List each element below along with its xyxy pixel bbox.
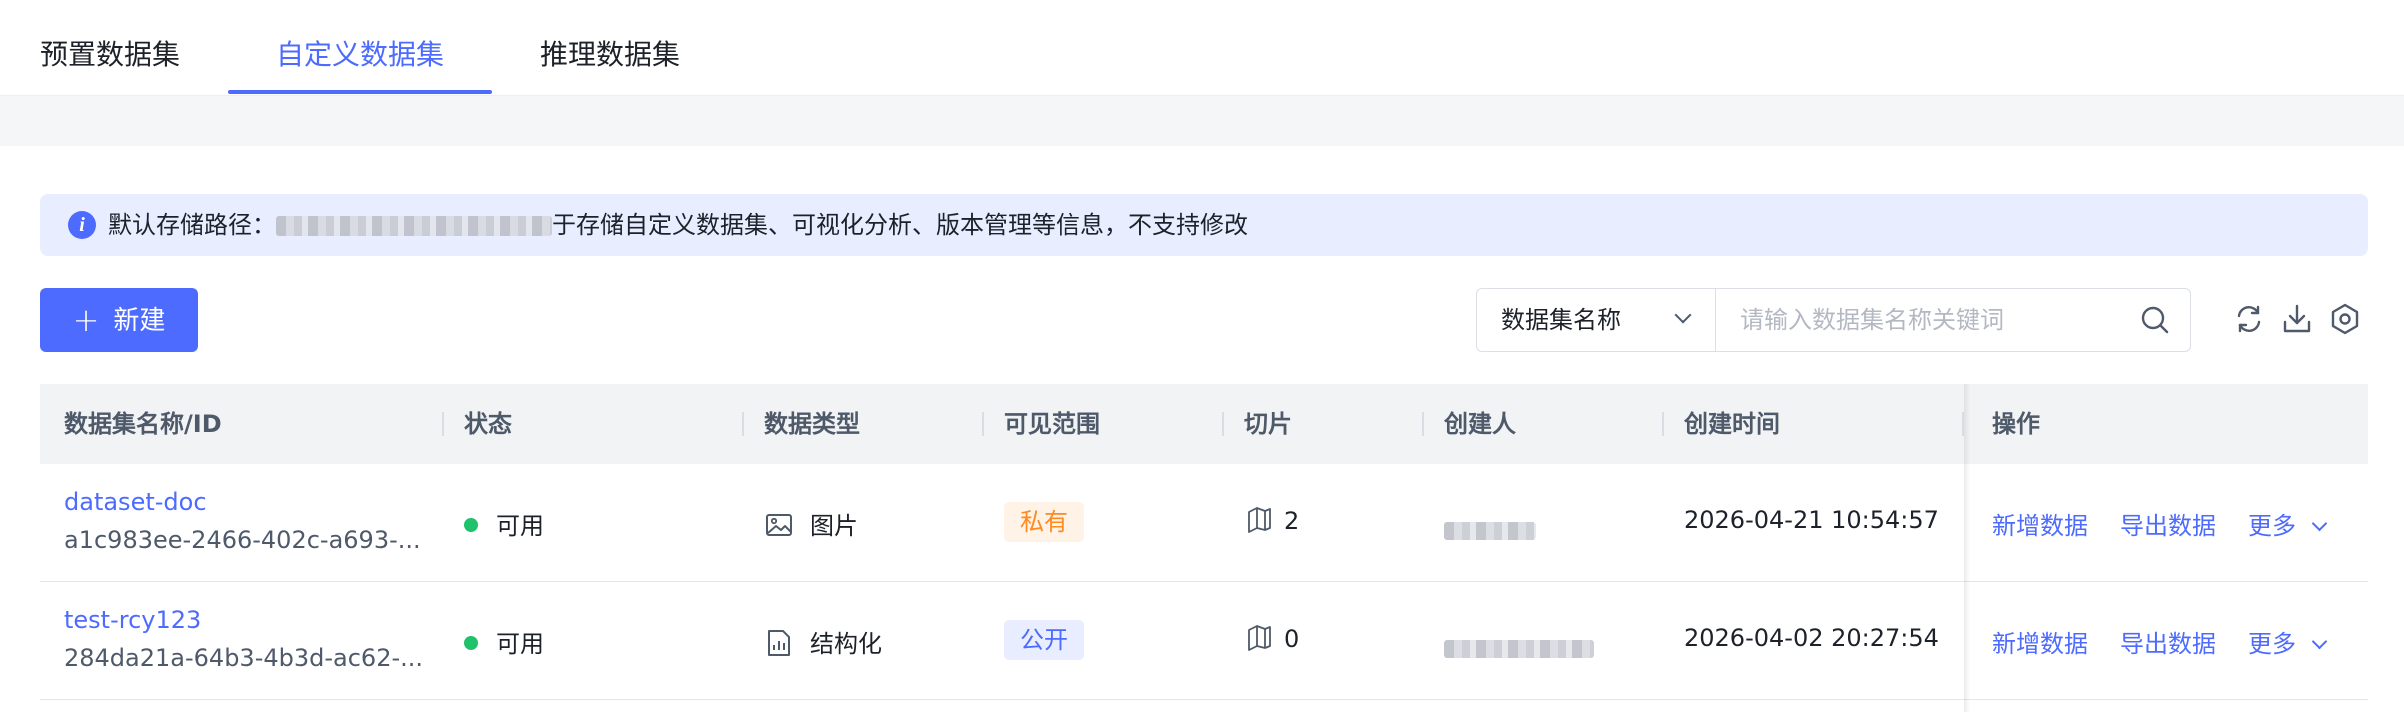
- type-cell: 图片: [764, 506, 858, 541]
- add-data-button[interactable]: 新增数据: [1992, 624, 2088, 659]
- search-field-select[interactable]: 数据集名称: [1476, 288, 1716, 352]
- slices-cell: 2: [1246, 506, 1299, 535]
- column-header-status: 状态: [464, 410, 512, 438]
- status-dot-icon: [464, 518, 478, 532]
- info-icon: i: [68, 211, 96, 239]
- download-icon[interactable]: [2280, 302, 2314, 336]
- image-icon: [766, 514, 792, 536]
- search-icon[interactable]: [2140, 305, 2170, 335]
- dataset-name-link[interactable]: dataset-doc: [64, 488, 207, 516]
- column-divider: [1422, 412, 1424, 436]
- new-dataset-button[interactable]: + 新建: [40, 288, 198, 352]
- chevron-down-icon: [2311, 633, 2328, 650]
- structured-data-icon: [768, 630, 790, 656]
- dataset-name-link[interactable]: test-rcy123: [64, 606, 201, 634]
- redacted-path: [276, 216, 552, 236]
- page-divider-band: [0, 96, 2404, 146]
- more-label: 更多: [2248, 630, 2296, 658]
- notice-text: 默认存储路径： 于存储自定义数据集、可视化分析、版本管理等信息，不支持修改: [108, 194, 1248, 256]
- storage-path-notice: i 默认存储路径： 于存储自定义数据集、可视化分析、版本管理等信息，不支持修改: [40, 194, 2368, 256]
- refresh-icon[interactable]: [2232, 302, 2266, 336]
- slices-cell: 0: [1246, 624, 1299, 653]
- visibility-badge: 公开: [1004, 620, 1084, 660]
- column-divider: [1662, 412, 1664, 436]
- slices-icon: [1248, 507, 1271, 533]
- fixed-column-shadow: [1964, 384, 1970, 712]
- new-button-label: 新建: [113, 306, 166, 336]
- type-text: 结构化: [810, 630, 882, 658]
- table-header: 数据集名称/ID 状态 数据类型 可见范围 切片 创建人 创建时间 操作: [40, 384, 2368, 464]
- chevron-down-icon: [1674, 306, 1692, 324]
- search-box: [1715, 288, 2191, 352]
- column-header-name: 数据集名称/ID: [64, 410, 222, 438]
- type-cell: 结构化: [764, 624, 882, 659]
- tab-bar: 预置数据集 自定义数据集 推理数据集: [0, 0, 2404, 96]
- more-actions-dropdown[interactable]: 更多: [2248, 624, 2328, 659]
- column-header-creator: 创建人: [1444, 410, 1516, 438]
- column-header-created-at: 创建时间: [1684, 410, 1780, 438]
- slices-count: 2: [1284, 507, 1300, 535]
- redacted-creator: [1444, 640, 1594, 658]
- table-row: test-rcy123 284da21a-64b3-4b3d-ac62-... …: [40, 582, 2368, 700]
- status-text: 可用: [496, 630, 544, 658]
- more-actions-dropdown[interactable]: 更多: [2248, 506, 2328, 541]
- slices-icon: [1248, 625, 1271, 651]
- add-data-button[interactable]: 新增数据: [1992, 506, 2088, 541]
- export-data-button[interactable]: 导出数据: [2120, 624, 2216, 659]
- search-input[interactable]: [1740, 301, 2120, 339]
- slices-count: 0: [1284, 625, 1300, 653]
- column-header-actions: 操作: [1992, 410, 2040, 438]
- created-at: 2026-04-21 10:54:57: [1684, 506, 1939, 534]
- created-at: 2026-04-02 20:27:54: [1684, 624, 1939, 652]
- chevron-down-icon: [2311, 515, 2328, 532]
- status-dot-icon: [464, 636, 478, 650]
- tab-custom-datasets[interactable]: 自定义数据集: [276, 0, 444, 96]
- status-text: 可用: [496, 512, 544, 540]
- redacted-creator: [1444, 522, 1536, 540]
- notice-prefix: 默认存储路径：: [108, 211, 276, 239]
- column-header-visibility: 可见范围: [1004, 410, 1100, 438]
- column-divider: [982, 412, 984, 436]
- status-cell: 可用: [464, 624, 544, 659]
- dataset-id: 284da21a-64b3-4b3d-ac62-...: [64, 644, 424, 672]
- settings-gear-icon[interactable]: [2328, 302, 2362, 336]
- more-label: 更多: [2248, 512, 2296, 540]
- tab-inference-datasets[interactable]: 推理数据集: [540, 0, 680, 96]
- dataset-id: a1c983ee-2466-402c-a693-...: [64, 526, 421, 554]
- column-divider: [1222, 412, 1224, 436]
- visibility-badge: 私有: [1004, 502, 1084, 542]
- plus-icon: +: [72, 301, 100, 339]
- column-header-type: 数据类型: [764, 410, 860, 438]
- column-divider: [742, 412, 744, 436]
- column-divider: [442, 412, 444, 436]
- select-value: 数据集名称: [1501, 306, 1621, 334]
- active-tab-indicator: [228, 90, 492, 94]
- type-text: 图片: [810, 512, 858, 540]
- status-cell: 可用: [464, 506, 544, 541]
- tab-preset-datasets[interactable]: 预置数据集: [40, 0, 180, 96]
- notice-suffix: 于存储自定义数据集、可视化分析、版本管理等信息，不支持修改: [552, 211, 1248, 239]
- column-header-slices: 切片: [1244, 410, 1292, 438]
- table-row: dataset-doc a1c983ee-2466-402c-a693-... …: [40, 464, 2368, 582]
- export-data-button[interactable]: 导出数据: [2120, 506, 2216, 541]
